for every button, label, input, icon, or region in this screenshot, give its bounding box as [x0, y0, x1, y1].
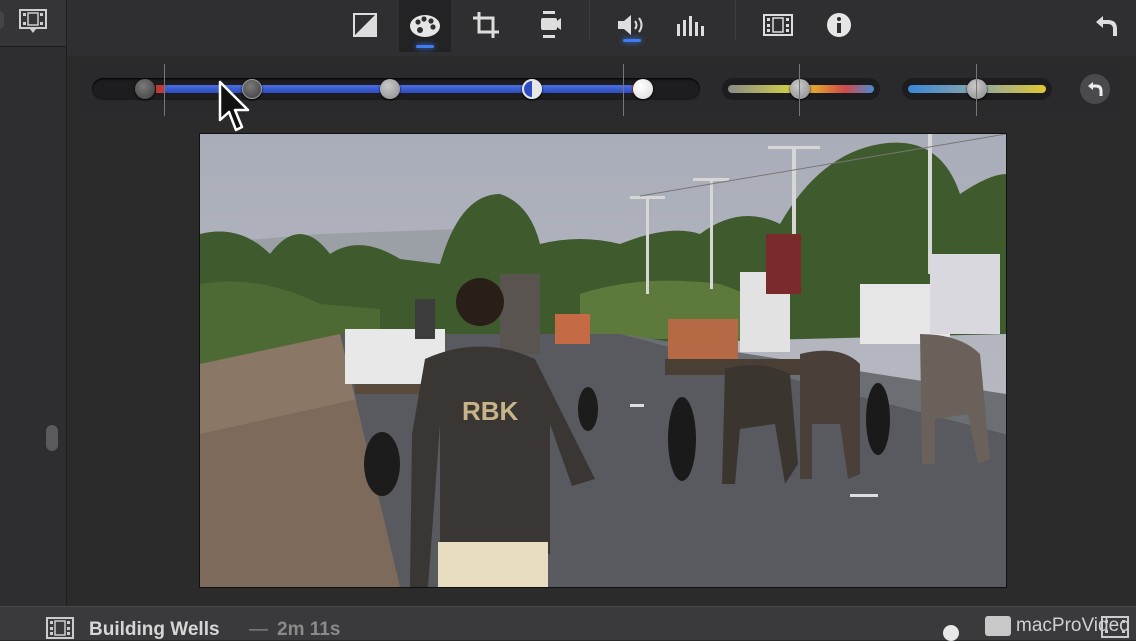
film-clip-icon — [763, 14, 793, 36]
color-temperature-slider[interactable] — [902, 78, 1052, 100]
temperature-knob[interactable] — [967, 79, 987, 99]
saturation-slider[interactable] — [722, 78, 880, 100]
color-balance-icon — [353, 13, 377, 37]
reset-icon — [1088, 82, 1103, 96]
undo-button[interactable] — [1086, 4, 1126, 46]
watermark-logo — [985, 616, 1011, 636]
volume-button[interactable] — [612, 4, 652, 46]
speed-button[interactable] — [758, 4, 798, 46]
sidebar-header — [0, 0, 66, 47]
project-title: Building Wells — [89, 619, 220, 640]
highlights-knob[interactable] — [522, 79, 542, 99]
color-balance-button[interactable] — [345, 4, 385, 46]
stabilization-button[interactable] — [529, 4, 569, 46]
reset-color-button[interactable] — [1080, 74, 1110, 104]
color-correction-button[interactable] — [399, 0, 451, 52]
toolbar-divider — [589, 0, 590, 40]
project-duration: 2m 11s — [277, 619, 341, 640]
black-point-knob[interactable] — [135, 79, 155, 99]
saturation-knob[interactable] — [790, 79, 810, 99]
sidebar-scroll-handle[interactable] — [46, 425, 58, 451]
toolbar-divider — [735, 0, 736, 40]
film-library-icon[interactable] — [18, 6, 48, 34]
sidebar — [0, 0, 67, 606]
active-indicator — [416, 45, 434, 48]
crop-icon — [473, 12, 499, 38]
svg-text:RBK: RBK — [462, 396, 519, 426]
palette-icon — [410, 15, 440, 37]
color-adjustment-panel — [82, 64, 1122, 116]
sidebar-edge-handle[interactable] — [0, 11, 4, 29]
title-separator: — — [249, 619, 268, 640]
video-viewer[interactable]: RBK — [199, 133, 1007, 588]
project-info-bar: Building Wells — 2m 11s macProVideo — [0, 606, 1136, 641]
film-strip-icon[interactable] — [1101, 615, 1129, 639]
clip-info-button[interactable] — [819, 4, 859, 46]
camera-stabilization-icon — [541, 11, 561, 38]
info-icon — [827, 13, 851, 37]
adjustments-toolbar — [67, 0, 1136, 56]
project-film-icon[interactable] — [46, 617, 74, 639]
white-point-knob[interactable] — [633, 79, 653, 99]
exposure-range-slider[interactable] — [92, 78, 700, 100]
saturation-tick — [799, 64, 800, 116]
equalizer-button[interactable] — [671, 4, 711, 46]
active-indicator — [623, 39, 641, 42]
exposure-tick-right — [623, 64, 624, 116]
temperature-tick — [976, 64, 977, 116]
video-frame-image: RBK — [200, 134, 1006, 587]
speaker-icon — [618, 15, 643, 35]
exposure-tick-left — [164, 64, 165, 116]
shadows-knob[interactable] — [242, 79, 262, 99]
crop-button[interactable] — [466, 4, 506, 46]
equalizer-icon — [677, 16, 704, 36]
midtones-knob[interactable] — [380, 79, 400, 99]
undo-arrow-icon — [1096, 16, 1117, 36]
